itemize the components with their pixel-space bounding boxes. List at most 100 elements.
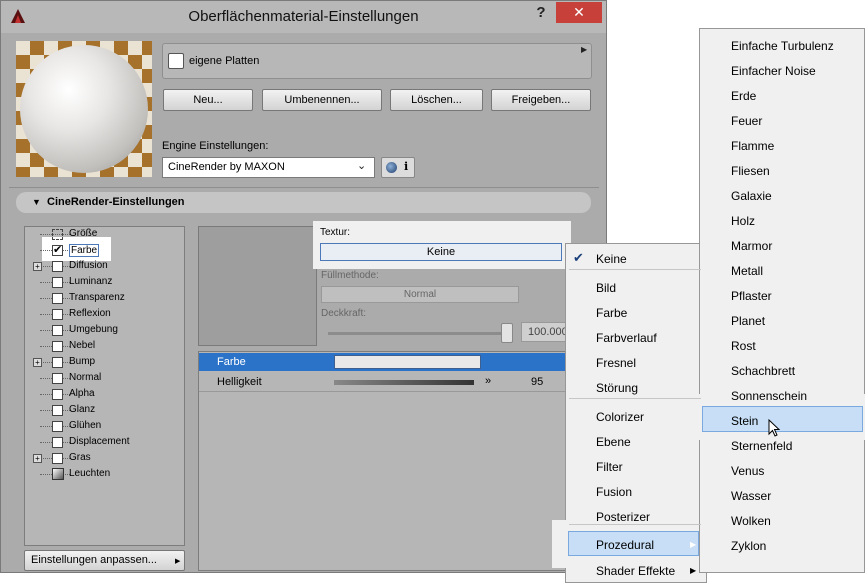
tree-checkbox[interactable]: ✔: [52, 244, 63, 256]
submenu-item-wasser[interactable]: Wasser: [731, 489, 771, 503]
tree-checkbox[interactable]: [52, 341, 63, 352]
menu-item-farbverlauf[interactable]: Farbverlauf: [596, 331, 657, 345]
triangle-right-icon[interactable]: ▶: [581, 45, 587, 54]
tree-checkbox[interactable]: [52, 309, 63, 320]
help-button[interactable]: ?: [531, 3, 551, 23]
loeschen-button[interactable]: Löschen...: [390, 89, 483, 111]
tree-item[interactable]: Nebel: [24, 339, 183, 355]
menu-item-bild[interactable]: Bild: [596, 281, 616, 295]
triangle-down-icon[interactable]: ▼: [32, 197, 41, 207]
menu-item-ebene[interactable]: Ebene: [596, 435, 631, 449]
fuellmethode-label: Füllmethode:: [321, 270, 379, 281]
deckkraft-slider-track[interactable]: [328, 332, 508, 335]
submenu-arrow-icon: ▶: [690, 566, 697, 575]
menu-item-keine[interactable]: Keine: [596, 252, 627, 266]
expand-plus-icon[interactable]: +: [33, 358, 42, 367]
tree-item[interactable]: Umgebung: [24, 323, 183, 339]
tree-item[interactable]: Glühen: [24, 419, 183, 435]
menu-item-fusion[interactable]: Fusion: [596, 485, 632, 499]
expand-plus-icon[interactable]: +: [33, 262, 42, 271]
tree-checkbox[interactable]: [52, 277, 63, 288]
tree-checkbox[interactable]: [52, 229, 63, 240]
submenu-item-erde[interactable]: Erde: [731, 89, 756, 103]
helligkeit-slider[interactable]: [334, 380, 474, 385]
tree-item[interactable]: Alpha: [24, 387, 183, 403]
menu-separator: [569, 398, 701, 399]
tree-item[interactable]: Reflexion: [24, 307, 183, 323]
tree-item[interactable]: ✔ Farbe: [24, 243, 183, 259]
submenu-item-schachbrett[interactable]: Schachbrett: [731, 364, 795, 378]
chevron-down-icon[interactable]: ⌄: [357, 159, 366, 172]
submenu-item-marmor[interactable]: Marmor: [731, 239, 772, 253]
tree-item-label: Größe: [69, 228, 98, 239]
color-swatch[interactable]: [334, 355, 481, 369]
tree-checkbox[interactable]: [52, 389, 63, 400]
menu-item-prozedural[interactable]: Prozedural: [596, 538, 654, 552]
info-icon: i: [404, 160, 409, 173]
tree-item[interactable]: + Gras: [24, 451, 183, 467]
deckkraft-label: Deckkraft:: [321, 308, 367, 319]
leuchten-swatch[interactable]: [52, 468, 64, 480]
tree-item[interactable]: Glanz: [24, 403, 183, 419]
engine-info-button[interactable]: i: [381, 157, 415, 178]
expand-plus-icon[interactable]: +: [33, 454, 42, 463]
tree-checkbox[interactable]: [52, 325, 63, 336]
tree-item[interactable]: Normal: [24, 371, 183, 387]
submenu-item-sternenfeld[interactable]: Sternenfeld: [731, 439, 792, 453]
submenu-item-fliesen[interactable]: Fliesen: [731, 164, 770, 178]
helligkeit-value: 95: [531, 376, 544, 388]
tree-checkbox[interactable]: [52, 293, 63, 304]
menu-item-posterizer[interactable]: Posterizer: [596, 510, 650, 524]
submenu-item-venus[interactable]: Venus: [731, 464, 764, 478]
submenu-item-sonnenschein[interactable]: Sonnenschein: [731, 389, 807, 403]
tree-item[interactable]: Luminanz: [24, 275, 183, 291]
submenu-item-pflaster[interactable]: Pflaster: [731, 289, 772, 303]
tree-checkbox[interactable]: [52, 437, 63, 448]
tree-checkbox[interactable]: [52, 261, 63, 272]
slider-arrow-icon[interactable]: »: [485, 375, 491, 387]
submenu-item-einfache-turbulenz[interactable]: Einfache Turbulenz: [731, 39, 834, 53]
tree-checkbox[interactable]: [52, 421, 63, 432]
close-button[interactable]: ✕: [556, 2, 602, 23]
submenu-item-feuer[interactable]: Feuer: [731, 114, 762, 128]
menu-item-shader-effekte[interactable]: Shader Effekte: [596, 564, 675, 578]
tree-item-label: Reflexion: [69, 308, 111, 319]
fuellmethode-select[interactable]: Normal: [321, 286, 519, 303]
submenu-item-holz[interactable]: Holz: [731, 214, 755, 228]
textur-select-button[interactable]: Keine: [320, 243, 562, 261]
menu-item-colorizer[interactable]: Colorizer: [596, 410, 644, 424]
deckkraft-slider-thumb[interactable]: [501, 323, 513, 343]
submenu-item-planet[interactable]: Planet: [731, 314, 765, 328]
neu-button[interactable]: Neu...: [163, 89, 253, 111]
menu-item-farbe[interactable]: Farbe: [596, 306, 627, 320]
tree-checkbox[interactable]: [52, 373, 63, 384]
menu-item-filter[interactable]: Filter: [596, 460, 623, 474]
menu-item-störung[interactable]: Störung: [596, 381, 638, 395]
freigeben-button[interactable]: Freigeben...: [491, 89, 591, 111]
submenu-item-metall[interactable]: Metall: [731, 264, 763, 278]
title-bar[interactable]: Oberflächenmaterial-Einstellungen ? ✕: [1, 1, 606, 33]
tree-checkbox[interactable]: [52, 453, 63, 464]
tree-item[interactable]: + Bump: [24, 355, 183, 371]
submenu-item-stein[interactable]: Stein: [731, 414, 758, 428]
tree-checkbox[interactable]: [52, 405, 63, 416]
engine-select[interactable]: CineRender by MAXON: [162, 157, 375, 178]
tree-item[interactable]: Displacement: [24, 435, 183, 451]
deckkraft-value-field[interactable]: 100.000: [521, 322, 571, 342]
submenu-item-rost[interactable]: Rost: [731, 339, 756, 353]
menu-item-fresnel[interactable]: Fresnel: [596, 356, 636, 370]
tree-item[interactable]: Transparenz: [24, 291, 183, 307]
tree-item[interactable]: Leuchten: [24, 467, 183, 483]
umbenennen-button[interactable]: Umbenennen...: [262, 89, 382, 111]
prop-farbe-label: Farbe: [217, 356, 246, 368]
tree-checkbox[interactable]: [52, 357, 63, 368]
submenu-item-zyklon[interactable]: Zyklon: [731, 539, 766, 553]
submenu-item-einfacher-noise[interactable]: Einfacher Noise: [731, 64, 816, 78]
prozedural-submenu: [699, 28, 865, 573]
platten-checkbox[interactable]: [168, 53, 184, 69]
submenu-item-wolken[interactable]: Wolken: [731, 514, 771, 528]
submenu-item-galaxie[interactable]: Galaxie: [731, 189, 772, 203]
submenu-item-flamme[interactable]: Flamme: [731, 139, 774, 153]
tree-item[interactable]: Größe: [24, 227, 183, 243]
tree-item[interactable]: + Diffusion: [24, 259, 183, 275]
